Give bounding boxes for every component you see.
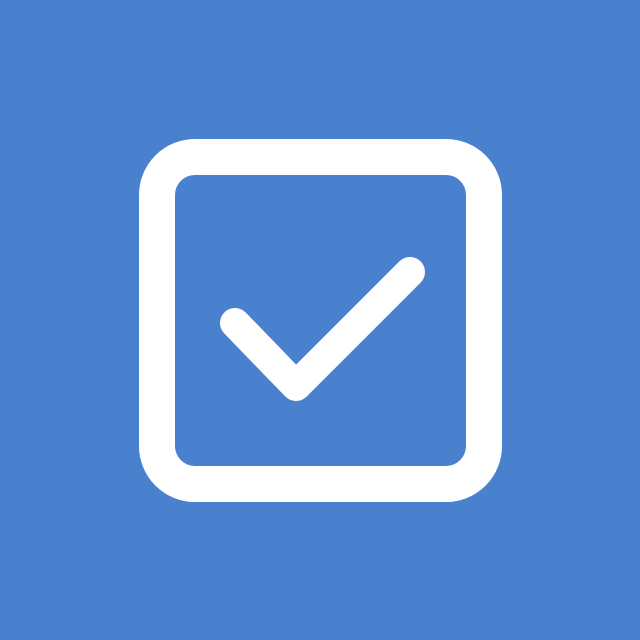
checkbox-checked-icon-svg bbox=[139, 139, 502, 502]
app-icon-canvas bbox=[0, 0, 640, 640]
checkbox-frame bbox=[139, 139, 502, 502]
checkbox-checked-icon bbox=[0, 0, 640, 640]
check-mark bbox=[220, 257, 425, 401]
